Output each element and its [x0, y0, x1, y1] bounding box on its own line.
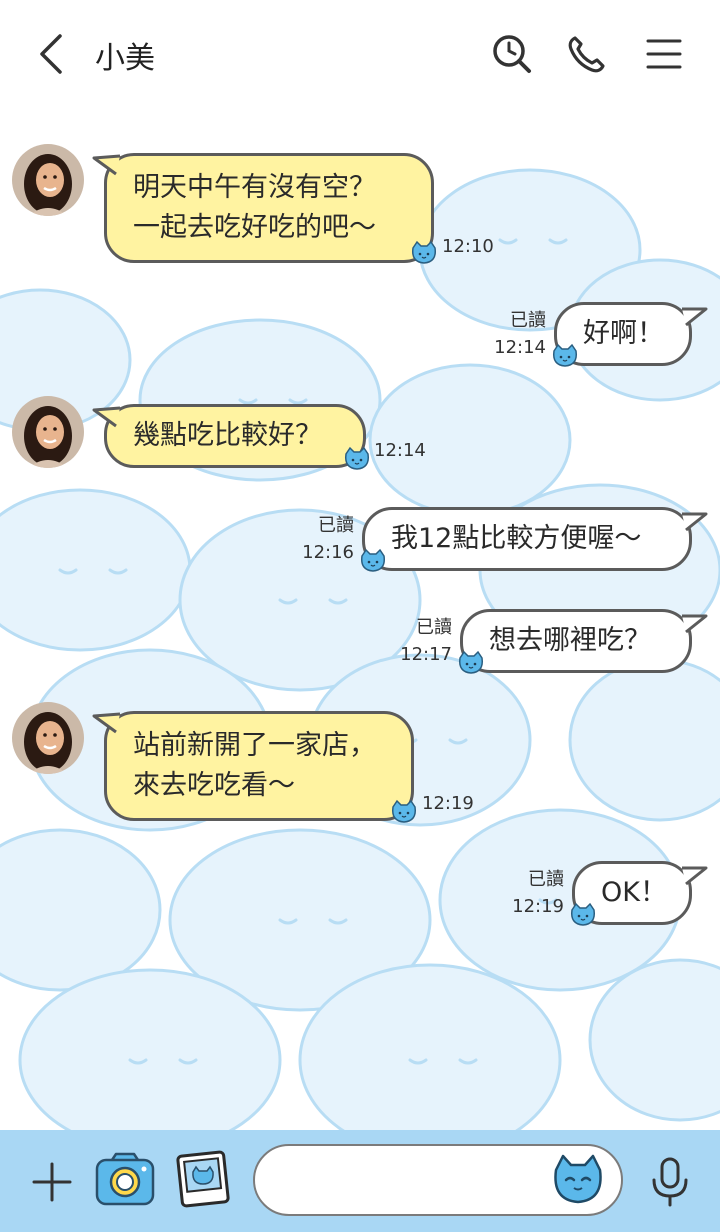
microphone-icon[interactable]	[646, 1156, 694, 1212]
message-input[interactable]	[279, 1160, 543, 1202]
message-bubble-incoming[interactable]: 明天中午有沒有空？ 一起去吃好吃的吧〜	[104, 153, 434, 263]
read-receipt: 已讀	[510, 310, 546, 331]
cat-sticker-icon	[569, 902, 597, 932]
cat-sticker-icon	[343, 446, 371, 476]
cat-sticker-icon	[457, 650, 485, 680]
message-text: 站前新開了一家店，	[133, 730, 376, 761]
message-text: 明天中午有沒有空？	[133, 172, 376, 203]
sticker-cat-icon[interactable]	[551, 1152, 605, 1212]
cat-sticker-icon	[551, 343, 579, 373]
message-bubble-outgoing[interactable]: 我12點比較方便喔〜	[362, 507, 692, 571]
menu-icon[interactable]	[642, 32, 686, 76]
phone-icon[interactable]	[565, 32, 609, 76]
message-time: 12:17	[400, 644, 452, 665]
message-time: 12:16	[302, 542, 354, 563]
camera-icon[interactable]	[94, 1150, 156, 1212]
message-time: 12:19	[422, 793, 474, 814]
back-arrow-icon[interactable]	[34, 32, 74, 76]
message-time: 12:14	[374, 440, 426, 461]
message-bubble-incoming[interactable]: 幾點吃比較好？	[104, 404, 366, 468]
bubble-tail	[680, 303, 708, 331]
message-bubble-outgoing[interactable]: 想去哪裡吃？	[460, 609, 692, 673]
message-text: 幾點吃比較好？	[133, 420, 322, 451]
search-time-icon[interactable]	[490, 32, 534, 76]
chat-header: 小美	[0, 0, 720, 108]
chat-title: 小美	[95, 41, 155, 76]
contact-avatar[interactable]	[12, 702, 84, 774]
message-text: OK！	[601, 877, 667, 908]
message-time: 12:19	[512, 896, 564, 917]
message-time: 12:14	[494, 337, 546, 358]
message-text: 來去吃吃看〜	[133, 770, 295, 801]
bubble-tail	[92, 708, 122, 738]
composer-bar	[0, 1130, 720, 1232]
message-text: 好啊！	[583, 318, 664, 349]
message-time: 12:10	[442, 236, 494, 257]
bubble-tail	[680, 508, 708, 536]
bubble-tail	[680, 862, 708, 890]
plus-icon[interactable]	[30, 1160, 74, 1208]
message-bubble-incoming[interactable]: 站前新開了一家店， 來去吃吃看〜	[104, 711, 414, 821]
cat-sticker-icon	[359, 548, 387, 578]
bubble-tail	[92, 402, 122, 432]
read-receipt: 已讀	[318, 515, 354, 536]
message-text: 我12點比較方便喔〜	[391, 523, 642, 554]
photo-icon[interactable]	[174, 1150, 232, 1212]
contact-avatar[interactable]	[12, 144, 84, 216]
cat-sticker-icon	[390, 799, 418, 829]
contact-avatar[interactable]	[12, 396, 84, 468]
read-receipt: 已讀	[528, 869, 564, 890]
read-receipt: 已讀	[416, 617, 452, 638]
message-text: 一起去吃好吃的吧〜	[133, 212, 376, 243]
bubble-tail	[680, 610, 708, 638]
message-text: 想去哪裡吃？	[489, 625, 651, 656]
cat-sticker-icon	[410, 240, 438, 270]
message-input-wrapper	[253, 1144, 623, 1216]
bubble-tail	[92, 150, 122, 180]
